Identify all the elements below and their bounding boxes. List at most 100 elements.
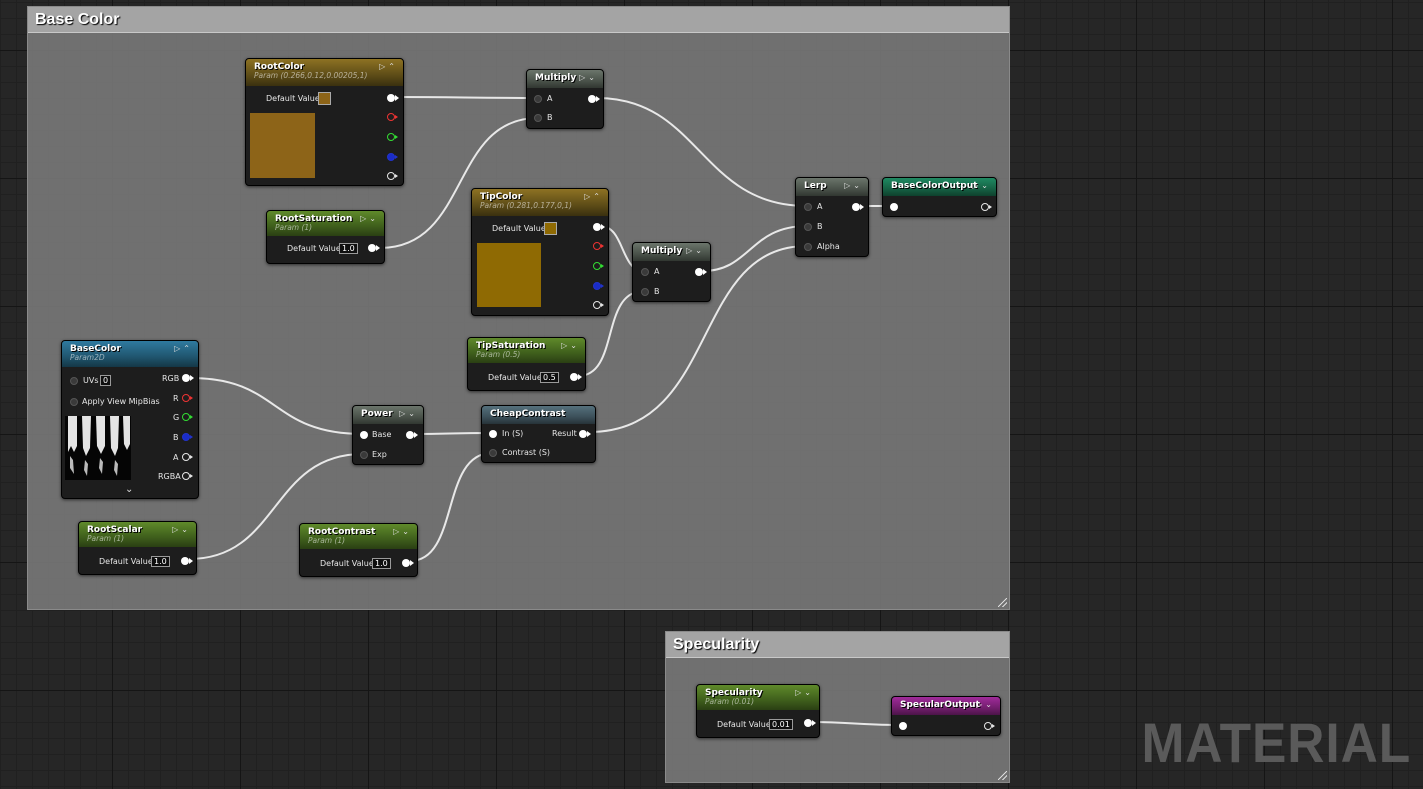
default-value-field[interactable]: 1.0 — [339, 243, 358, 254]
node-header[interactable]: Multiply ▷⌄ — [633, 243, 710, 261]
node-header[interactable]: Multiply ▷⌄ — [527, 70, 603, 88]
node-specularity[interactable]: Specularity Param (0.01) ▷⌄ Default Valu… — [696, 684, 820, 738]
node-header[interactable]: TipSaturation Param (0.5) ▷⌄ — [468, 338, 585, 363]
output-pin[interactable] — [695, 268, 707, 276]
output-pin-a[interactable] — [182, 453, 193, 461]
circle-arrow-icon[interactable]: ▷ — [360, 214, 369, 223]
header-controls[interactable]: ▷⌄ — [360, 214, 379, 223]
node-specular-output[interactable]: SpecularOutput ▷⌄ — [891, 696, 1001, 736]
input-pin[interactable] — [899, 722, 907, 730]
chevron-down-icon[interactable]: ⌄ — [985, 700, 995, 709]
node-header[interactable]: RootScalar Param (1) ▷⌄ — [79, 522, 196, 547]
chevron-down-icon[interactable]: ⌄ — [695, 246, 705, 255]
header-controls[interactable]: ▷⌄ — [976, 700, 995, 709]
circle-arrow-icon[interactable]: ▷ — [579, 73, 588, 82]
chevron-down-icon[interactable]: ⌄ — [408, 409, 418, 418]
node-header[interactable]: SpecularOutput ▷⌄ — [892, 697, 1000, 715]
node-header[interactable]: RootColor Param (0.266,0.12,0.00205,1) ▷… — [246, 59, 403, 86]
header-controls[interactable]: ▷⌄ — [579, 73, 598, 82]
input-pin-exp[interactable] — [360, 451, 368, 459]
output-pin-b[interactable] — [593, 282, 604, 290]
output-pin-g[interactable] — [182, 413, 193, 421]
header-controls[interactable]: ▷⌄ — [172, 525, 191, 534]
circle-arrow-icon[interactable]: ▷ — [174, 344, 183, 353]
input-pin-mipbias[interactable] — [70, 398, 78, 406]
input-pin-base[interactable] — [360, 431, 368, 439]
chevron-down-icon[interactable]: ⌄ — [853, 181, 863, 190]
node-power[interactable]: Power ▷⌄ Base Exp — [352, 405, 424, 465]
header-controls[interactable]: ▷⌄ — [393, 527, 412, 536]
output-pin[interactable] — [368, 244, 380, 252]
circle-arrow-icon[interactable]: ▷ — [795, 688, 804, 697]
output-pin[interactable] — [588, 95, 600, 103]
output-pin-result[interactable] — [579, 430, 591, 438]
output-pin[interactable] — [981, 203, 992, 211]
color-swatch-small[interactable] — [544, 222, 557, 235]
input-pin-b[interactable] — [641, 288, 649, 296]
header-controls[interactable]: ▷⌃ — [584, 192, 603, 201]
output-pin-a[interactable] — [593, 301, 604, 309]
node-header[interactable]: RootSaturation Param (1) ▷⌄ — [267, 211, 384, 236]
output-pin-r[interactable] — [387, 113, 398, 121]
header-controls[interactable]: ▷⌄ — [399, 409, 418, 418]
output-pin-b[interactable] — [182, 433, 193, 441]
input-pin-alpha[interactable] — [804, 243, 812, 251]
comment-title[interactable]: Specularity — [666, 632, 1009, 658]
node-root-saturation[interactable]: RootSaturation Param (1) ▷⌄ Default Valu… — [266, 210, 385, 264]
chevron-down-icon[interactable]: ⌄ — [181, 525, 191, 534]
output-pin-g[interactable] — [593, 262, 604, 270]
node-multiply[interactable]: Multiply ▷⌄ A B — [526, 69, 604, 129]
node-header[interactable]: BaseColorOutput ▷⌄ — [883, 178, 996, 196]
circle-arrow-icon[interactable]: ▷ — [561, 341, 570, 350]
chevron-down-icon[interactable]: ⌄ — [369, 214, 379, 223]
input-pin-a[interactable] — [534, 95, 542, 103]
node-header[interactable]: BaseColor Param2D ▷⌃ — [62, 341, 198, 367]
output-pin[interactable] — [570, 373, 582, 381]
chevron-down-icon[interactable]: ⌄ — [981, 181, 991, 190]
output-pin[interactable] — [984, 722, 995, 730]
output-pin-rgb[interactable] — [593, 223, 605, 231]
header-controls[interactable]: ▷⌄ — [561, 341, 580, 350]
input-pin-in[interactable] — [489, 430, 497, 438]
chevron-down-icon[interactable]: ⌄ — [402, 527, 412, 536]
node-header[interactable]: Power ▷⌄ — [353, 406, 423, 424]
resize-grip[interactable] — [998, 598, 1007, 607]
chevron-down-icon[interactable]: ⌄ — [570, 341, 580, 350]
expand-chevron-icon[interactable]: ⌄ — [125, 484, 133, 495]
circle-arrow-icon[interactable]: ▷ — [379, 62, 388, 71]
circle-arrow-icon[interactable]: ▷ — [399, 409, 408, 418]
comment-title[interactable]: Base Color — [28, 7, 1009, 33]
input-pin-a[interactable] — [804, 203, 812, 211]
output-pin[interactable] — [852, 203, 864, 211]
header-controls[interactable]: ▷⌄ — [686, 246, 705, 255]
circle-arrow-icon[interactable]: ▷ — [686, 246, 695, 255]
header-controls[interactable]: ▷⌃ — [379, 62, 398, 71]
output-pin-a[interactable] — [387, 172, 398, 180]
output-pin[interactable] — [402, 559, 414, 567]
input-pin-uvs[interactable] — [70, 377, 78, 385]
default-value-field[interactable]: 0.01 — [769, 719, 793, 730]
node-header[interactable]: CheapContrast — [482, 406, 595, 424]
node-header[interactable]: RootContrast Param (1) ▷⌄ — [300, 524, 417, 549]
output-pin[interactable] — [406, 431, 418, 439]
chevron-up-icon[interactable]: ⌃ — [388, 62, 398, 71]
output-pin-r[interactable] — [593, 242, 604, 250]
uvs-value-field[interactable]: 0 — [100, 375, 112, 386]
output-pin[interactable] — [804, 719, 816, 727]
output-pin-b[interactable] — [387, 153, 398, 161]
circle-arrow-icon[interactable]: ▷ — [584, 192, 593, 201]
output-pin-r[interactable] — [182, 394, 193, 402]
node-root-scalar[interactable]: RootScalar Param (1) ▷⌄ Default Value 1.… — [78, 521, 197, 575]
circle-arrow-icon[interactable]: ▷ — [172, 525, 181, 534]
output-pin[interactable] — [181, 557, 193, 565]
circle-arrow-icon[interactable]: ▷ — [972, 181, 981, 190]
chevron-down-icon[interactable]: ⌄ — [588, 73, 598, 82]
node-tip-color[interactable]: TipColor Param (0.281,0.177,0,1) ▷⌃ Defa… — [471, 188, 609, 316]
node-base-color-output[interactable]: BaseColorOutput ▷⌄ — [882, 177, 997, 217]
node-header[interactable]: Lerp ▷⌄ — [796, 178, 868, 196]
chevron-up-icon[interactable]: ⌃ — [183, 344, 193, 353]
node-root-contrast[interactable]: RootContrast Param (1) ▷⌄ Default Value … — [299, 523, 418, 577]
node-multiply[interactable]: Multiply ▷⌄ A B — [632, 242, 711, 302]
circle-arrow-icon[interactable]: ▷ — [393, 527, 402, 536]
input-pin-a[interactable] — [641, 268, 649, 276]
